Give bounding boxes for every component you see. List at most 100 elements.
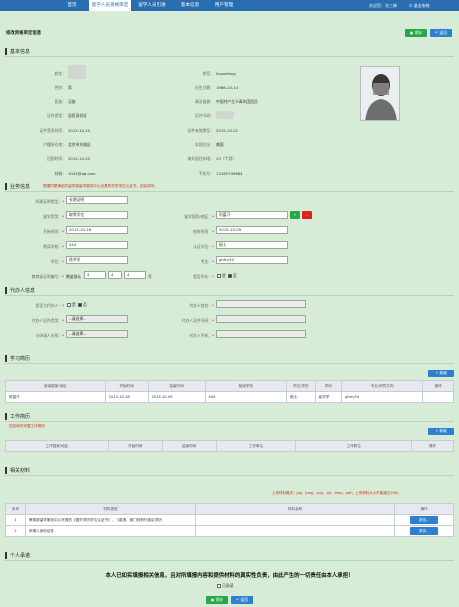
back-icon: ↶: [435, 30, 439, 35]
add-country-button[interactable]: +: [290, 211, 300, 219]
agent-relation-select[interactable]: --请选择--: [66, 330, 128, 338]
required-mark: *: [212, 318, 214, 323]
table-row[interactable]: 阿富汗 2013-10-18 2015-10-09 544 硕士 经济学 ght…: [5, 391, 454, 403]
country-input[interactable]: 阿富汗: [216, 211, 288, 219]
study-mode-select[interactable]: 取得学位: [66, 211, 128, 219]
label-hukou: 户籍所在地：: [43, 142, 66, 147]
agent-no-radio[interactable]: [78, 303, 83, 307]
label-text: 专业：: [200, 259, 213, 264]
label-address: 本国住址：: [195, 142, 214, 147]
agent-cert-no-input[interactable]: [216, 315, 306, 323]
label-text: 开始时间：: [43, 229, 63, 234]
label-agent-cert-no: 代办人证件号码：*: [150, 318, 214, 324]
start-time-input[interactable]: 2013-10-18: [66, 226, 128, 234]
save-button-bottom[interactable]: ▣ 保存: [206, 596, 228, 604]
section-title: 相关材料: [10, 468, 31, 474]
nav-qualification[interactable]: 留学人员资格审定: [89, 0, 131, 11]
power-icon: ⏻: [409, 3, 413, 8]
label-text: 代办人手机：: [189, 333, 213, 338]
label-country: 留学国别/地区：*: [168, 214, 214, 220]
cert-number-part-3[interactable]: 4: [124, 271, 146, 279]
value-birth: 1986-10-14: [216, 85, 239, 90]
agent-section: 代办人信息: [5, 286, 454, 296]
column-header: 结束时间: [147, 380, 206, 392]
save-button-top[interactable]: ▣ 保存: [405, 29, 427, 37]
agent-name-input[interactable]: [216, 300, 306, 308]
required-mark: *: [62, 318, 64, 323]
back-button-top[interactable]: ↶ 返回: [430, 29, 452, 37]
value-hukou: 北京市东城区: [68, 142, 91, 147]
graduate-radio-group: 是 否: [216, 273, 237, 279]
graduate-yes-label: 是: [222, 273, 226, 278]
promise-read-checkbox[interactable]: [217, 584, 221, 588]
agent-no-label: 否: [83, 302, 87, 307]
save-label: 保存: [215, 597, 224, 602]
section-marker: [5, 413, 7, 420]
remove-country-button[interactable]: -: [302, 211, 312, 219]
school-input[interactable]: 544: [66, 241, 128, 249]
nav-introduction[interactable]: 留学人员引进: [131, 0, 173, 11]
study-type-select[interactable]: 长期证明: [66, 196, 128, 204]
cert-degree-input[interactable]: 硕士: [216, 241, 288, 249]
label-cert-issue: 证件签发时间：: [39, 128, 66, 133]
required-mark: *: [212, 214, 214, 219]
agent-yes-radio[interactable]: [67, 303, 71, 307]
label-return: 回国时间：: [47, 156, 66, 161]
label-graduate: 是否毕业：*: [168, 274, 214, 280]
nav-user-management[interactable]: 用户管理: [207, 0, 241, 11]
graduate-yes-radio[interactable]: [217, 274, 221, 278]
label-is-agent: 是否为代办人：*: [8, 303, 64, 309]
plus-icon: +: [435, 371, 439, 375]
section-title: 业务信息: [10, 184, 31, 190]
cert-number-part-2[interactable]: 4: [108, 271, 122, 279]
promise-read-checkbox-group: 已阅读: [216, 583, 233, 589]
label-study-type: 所需证明类型：*: [8, 199, 64, 205]
redacted-name: [68, 65, 86, 79]
label-text: 是否为代办人：: [35, 303, 63, 308]
logout-link[interactable]: ⏻ 退出系统: [409, 0, 429, 11]
required-mark: *: [212, 303, 214, 308]
cert-number-part-1[interactable]: 4: [84, 271, 106, 279]
end-time-input[interactable]: 2015-10-09: [216, 226, 288, 234]
logout-label: 退出系统: [413, 3, 430, 8]
agent-phone-input[interactable]: [216, 330, 306, 338]
required-mark: *: [62, 229, 64, 234]
required-mark: *: [62, 244, 64, 249]
back-label: 返回: [439, 30, 447, 35]
back-icon: ↶: [236, 597, 240, 602]
welcome-text: 欢迎您：张三峰: [369, 3, 397, 8]
label-text: 教育留证明编号：: [31, 274, 63, 279]
label-text: 认证学位：: [193, 244, 213, 249]
browse-button[interactable]: 浏览...: [410, 516, 439, 524]
table-row: 1 教育部留学服务中心开具的《国外学历学位认证书》、《香港、澳门特别行政区学历 …: [5, 514, 454, 526]
table-header-row: 序号 材料类型 材料名称 操作: [5, 503, 454, 515]
add-study-button[interactable]: + 新增: [428, 370, 454, 377]
save-label: 保存: [414, 30, 423, 35]
browse-button[interactable]: 浏览...: [410, 527, 439, 535]
required-mark: *: [62, 199, 64, 204]
graduate-no-label: 否: [233, 273, 237, 278]
label-text: 就读学校：: [43, 244, 63, 249]
value-phone: 13185749664: [216, 171, 243, 176]
back-button-bottom[interactable]: ↶ 返回: [231, 596, 253, 604]
value-email: 1024@qq.com: [68, 171, 96, 176]
required-mark: *: [62, 274, 64, 279]
label-study-mode: 留学类型：*: [8, 214, 64, 220]
section-title: 代办人信息: [10, 288, 36, 294]
nav-home[interactable]: 首页: [55, 0, 89, 11]
label-agent-name: 代办人姓名：*: [150, 303, 214, 309]
add-label: 新增: [439, 429, 447, 433]
label-political: 政治面貌：: [195, 99, 214, 104]
agent-cert-type-select[interactable]: --请选择--: [66, 315, 128, 323]
value-ethnic: 汉族: [68, 99, 76, 104]
nav-basic-info[interactable]: 基本信息: [173, 0, 207, 11]
add-work-button[interactable]: + 新增: [428, 428, 454, 435]
section-marker: [5, 183, 7, 190]
graduate-no-radio[interactable]: [228, 274, 233, 278]
degree-subject-input[interactable]: 经济学: [66, 256, 128, 264]
back-label: 返回: [240, 597, 248, 602]
major-input[interactable]: ghtry54: [216, 256, 288, 264]
cell-operations: 浏览...: [394, 525, 454, 537]
table-row: 2 申请人身份证件 浏览...: [5, 525, 454, 537]
promise-read-label: 已阅读: [222, 583, 234, 588]
